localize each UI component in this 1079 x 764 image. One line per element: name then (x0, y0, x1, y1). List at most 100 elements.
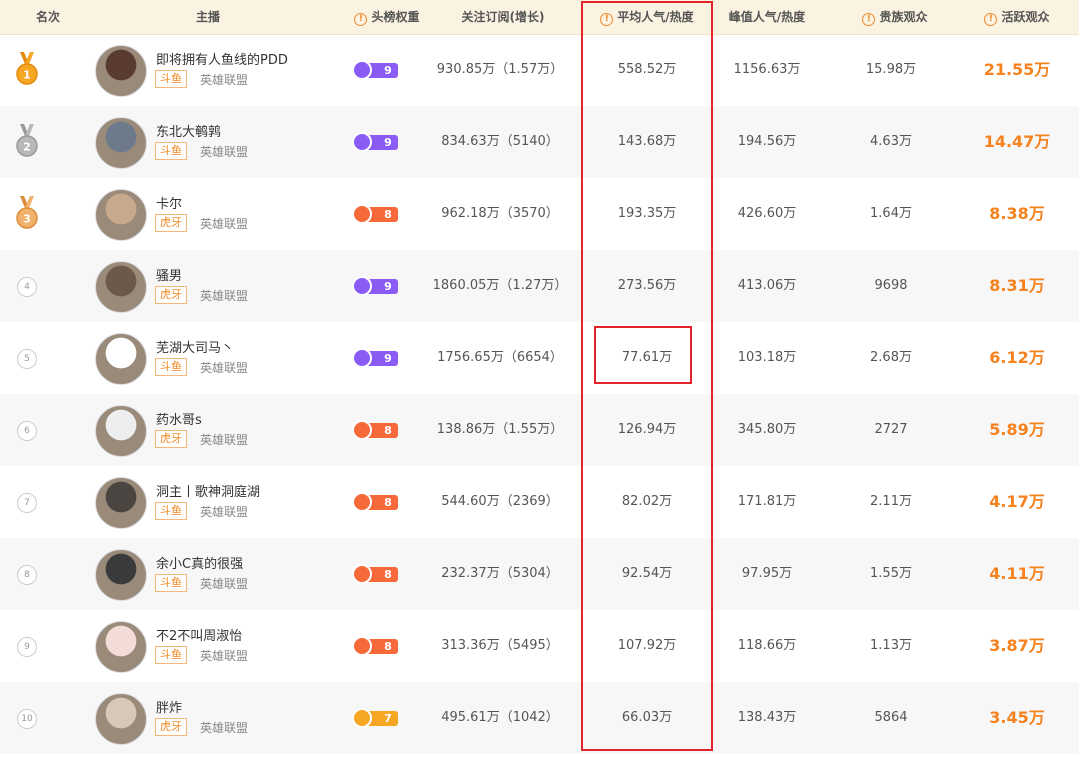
streamer-name[interactable]: 不2不叫周淑怡 (156, 625, 242, 644)
game-label: 英雄联盟 (200, 505, 249, 519)
avatar[interactable] (95, 45, 147, 97)
avatar[interactable] (95, 405, 147, 457)
avg-popularity: 92.54万 (621, 566, 673, 581)
header-active-label: 活跃观众 (1001, 10, 1050, 24)
avatar[interactable] (95, 117, 147, 169)
peak-popularity: 97.95万 (741, 566, 793, 581)
game-label: 英雄联盟 (200, 433, 249, 447)
header-peak[interactable]: 峰值人气/热度 (712, 0, 822, 34)
header-streamer: 主播 (195, 10, 220, 24)
active-viewers: 6.12万 (989, 348, 1045, 367)
table-header: 名次 主播 ! 头榜权重 关注订阅(增长) ! 平均人气/热度 峰值人气/热度 ! 贵… (0, 0, 1079, 35)
info-icon: ! (354, 13, 368, 26)
noble-viewers: 2.68万 (870, 350, 912, 365)
streamer-name[interactable]: 骚男 (156, 265, 182, 284)
header-follow[interactable]: 关注订阅(增长) (440, 0, 566, 34)
streamer-name[interactable]: 胖炸 (156, 697, 182, 716)
avatar[interactable] (95, 477, 147, 529)
follow-count: 930.85万（1.57万） (436, 62, 564, 77)
table-row[interactable]: 6 药水哥s 虎牙 英雄联盟 8 138.86万（1.55万） 126.94万 … (0, 394, 1079, 466)
game-label: 英雄联盟 (200, 289, 249, 303)
peak-popularity: 345.80万 (737, 422, 797, 437)
table-row[interactable]: 8 余小C真的很强 斗鱼 英雄联盟 8 232.37万（5304） 92.54万… (0, 538, 1079, 610)
table-row[interactable]: 4 骚男 虎牙 英雄联盟 9 1860.05万（1.27万） 273.56万 4… (0, 250, 1079, 322)
active-viewers: 21.55万 (983, 60, 1051, 79)
table-row[interactable]: 5 芜湖大司马丶 斗鱼 英雄联盟 9 1756.65万（6654） 77.61万… (0, 322, 1079, 394)
follow-count: 1860.05万（1.27万） (432, 278, 568, 293)
weight-value: 9 (384, 64, 392, 77)
noble-viewers: 2727 (874, 422, 908, 437)
header-weight[interactable]: ! 头榜权重 (332, 0, 442, 34)
weight-badge: 8 (352, 204, 398, 224)
avatar[interactable] (95, 333, 147, 385)
avg-popularity: 82.02万 (621, 494, 673, 509)
peak-popularity: 103.18万 (737, 350, 797, 365)
peak-popularity: 118.66万 (737, 638, 797, 653)
rank-number: 10 (17, 709, 37, 729)
noble-viewers: 15.98万 (865, 62, 917, 77)
avatar[interactable] (95, 261, 147, 313)
medal-icon: 2 (16, 124, 38, 157)
noble-viewers: 2.11万 (870, 494, 912, 509)
game-label: 英雄联盟 (200, 649, 249, 663)
weight-level-icon (352, 132, 372, 152)
rank-number: 7 (17, 493, 37, 513)
streamer-name[interactable]: 洞主丨歌神洞庭湖 (156, 481, 260, 500)
active-viewers: 3.45万 (989, 708, 1045, 727)
platform-tag: 斗鱼 (155, 358, 187, 376)
avg-popularity: 66.03万 (621, 710, 673, 725)
noble-viewers: 1.64万 (870, 206, 912, 221)
info-icon: ! (984, 13, 998, 26)
platform-tag: 斗鱼 (155, 646, 187, 664)
streamer-name[interactable]: 芜湖大司马丶 (156, 337, 234, 356)
streamer-name[interactable]: 药水哥s (156, 409, 202, 428)
follow-count: 495.61万（1042） (441, 710, 559, 725)
avatar[interactable] (95, 189, 147, 241)
follow-count: 544.60万（2369） (441, 494, 559, 509)
platform-tag: 斗鱼 (155, 70, 187, 88)
table-row[interactable]: 3 卡尔 虎牙 英雄联盟 8 962.18万（3570） 193.35万 426… (0, 178, 1079, 250)
weight-badge: 8 (352, 564, 398, 584)
header-noble[interactable]: ! 贵族观众 (840, 0, 950, 34)
avg-popularity: 107.92万 (617, 638, 677, 653)
table-row[interactable]: 1 即将拥有人鱼线的PDD 斗鱼 英雄联盟 9 930.85万（1.57万） 5… (0, 34, 1079, 106)
streamer-name[interactable]: 卡尔 (156, 193, 182, 212)
table-row[interactable]: 2 东北大鹌鹑 斗鱼 英雄联盟 9 834.63万（5140） 143.68万 … (0, 106, 1079, 178)
table-row[interactable]: 10 胖炸 虎牙 英雄联盟 7 495.61万（1042） 66.03万 138… (0, 682, 1079, 754)
rank-number: 4 (17, 277, 37, 297)
platform-tag: 虎牙 (155, 430, 187, 448)
weight-level-icon (352, 564, 372, 584)
weight-value: 8 (384, 568, 392, 581)
peak-popularity: 171.81万 (737, 494, 797, 509)
header-active[interactable]: ! 活跃观众 (962, 0, 1072, 34)
active-viewers: 8.38万 (989, 204, 1045, 223)
header-rank: 名次 (35, 10, 60, 24)
header-avg[interactable]: ! 平均人气/热度 (582, 0, 712, 34)
avatar[interactable] (95, 693, 147, 745)
follow-count: 232.37万（5304） (441, 566, 559, 581)
table-row[interactable]: 7 洞主丨歌神洞庭湖 斗鱼 英雄联盟 8 544.60万（2369） 82.02… (0, 466, 1079, 538)
follow-count: 138.86万（1.55万） (436, 422, 564, 437)
streamer-name[interactable]: 即将拥有人鱼线的PDD (156, 49, 288, 68)
game-label: 英雄联盟 (200, 73, 249, 87)
table-row[interactable]: 9 不2不叫周淑怡 斗鱼 英雄联盟 8 313.36万（5495） 107.92… (0, 610, 1079, 682)
active-viewers: 3.87万 (989, 636, 1045, 655)
avatar[interactable] (95, 621, 147, 673)
weight-value: 8 (384, 640, 392, 653)
avg-popularity: 193.35万 (617, 206, 677, 221)
weight-badge: 9 (352, 132, 398, 152)
rank-number: 9 (17, 637, 37, 657)
peak-popularity: 413.06万 (737, 278, 797, 293)
game-label: 英雄联盟 (200, 721, 249, 735)
weight-badge: 9 (352, 348, 398, 368)
avatar[interactable] (95, 549, 147, 601)
streamer-name[interactable]: 余小C真的很强 (156, 553, 243, 572)
weight-level-icon (352, 204, 372, 224)
header-avg-label: 平均人气/热度 (617, 10, 694, 24)
weight-badge: 9 (352, 60, 398, 80)
streamer-name[interactable]: 东北大鹌鹑 (156, 121, 221, 140)
active-viewers: 4.11万 (989, 564, 1045, 583)
noble-viewers: 9698 (874, 278, 908, 293)
active-viewers: 8.31万 (989, 276, 1045, 295)
avg-popularity: 143.68万 (617, 134, 677, 149)
